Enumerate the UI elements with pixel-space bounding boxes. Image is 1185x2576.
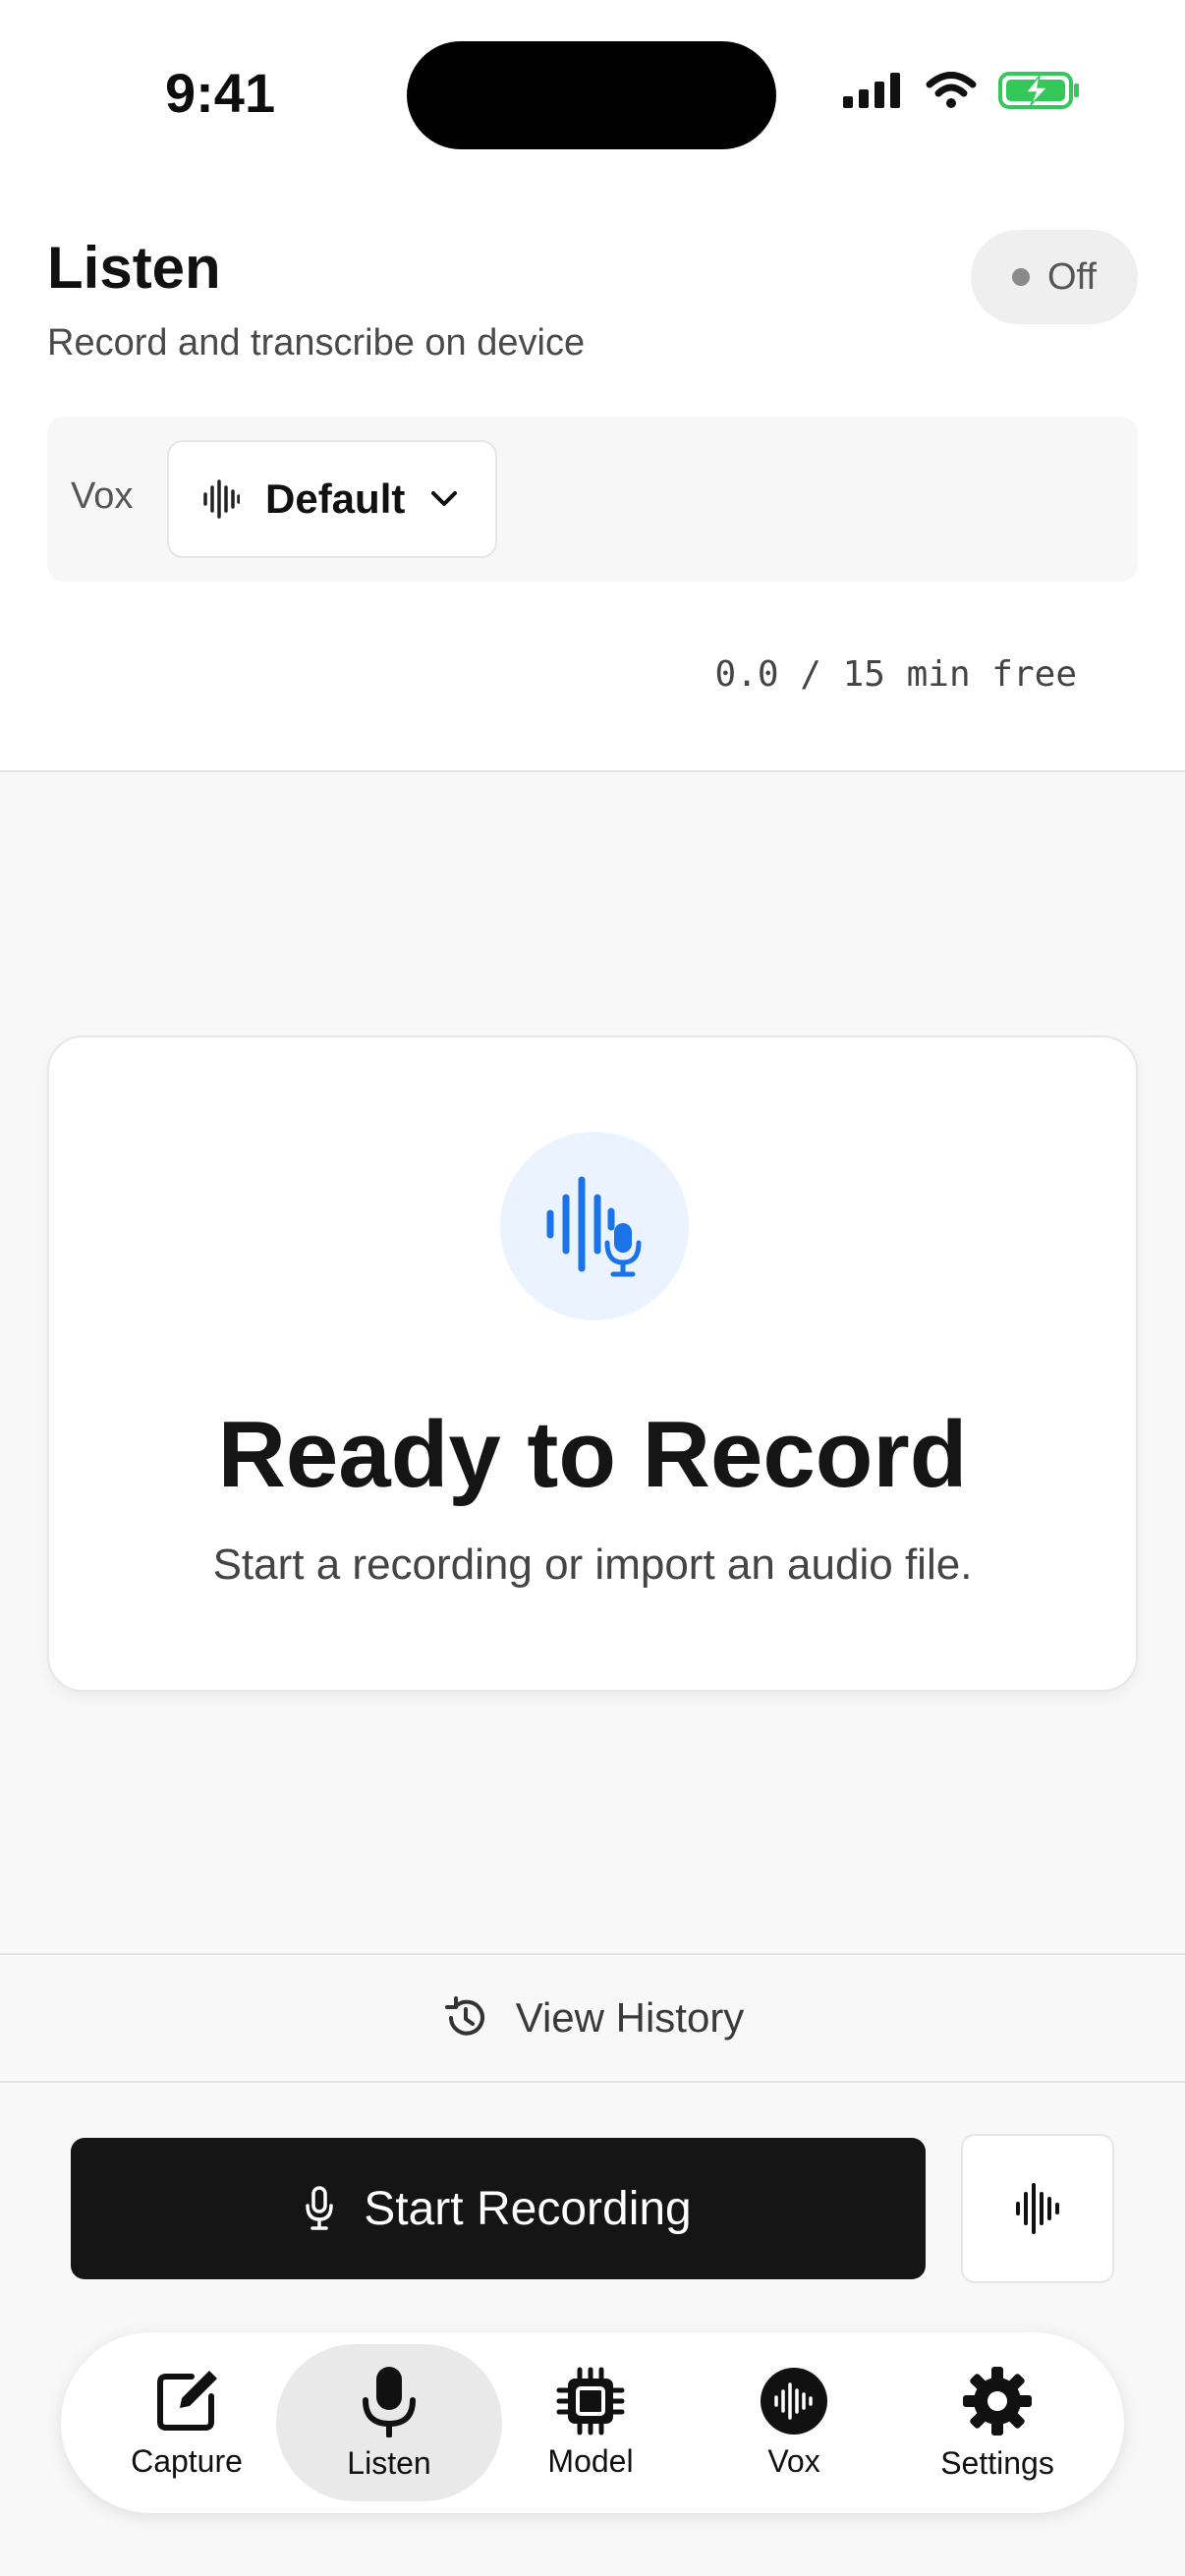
vox-label: Vox [71,476,134,517]
usage-quota: 0.0 / 15 min free [714,654,1077,695]
listening-status-toggle[interactable]: Off [971,230,1138,324]
waveform-icon [203,479,240,519]
tab-label-model: Model [547,2442,634,2479]
mic-icon [306,2186,333,2230]
page-subtitle: Record and transcribe on device [47,322,586,364]
listen-header: Listen Record and transcribe on device O… [0,187,1185,772]
ready-card: Ready to Record Start a recording or imp… [47,1036,1138,1692]
status-label: Off [1047,255,1097,298]
waveform-circle-icon [761,2367,827,2435]
vox-waveform-button[interactable] [961,2134,1114,2283]
chip-icon [556,2367,625,2435]
tab-settings[interactable]: Settings [899,2344,1096,2501]
status-bar: 9:41 [0,0,1185,187]
signal-icon [843,73,900,108]
page-title: Listen [47,235,221,301]
compose-icon [157,2370,217,2431]
waveform-mic-icon [546,1176,642,1277]
ready-icon-badge [500,1132,689,1320]
vox-panel: Vox Default [47,417,1138,582]
history-icon [444,1996,484,2036]
chevron-down-icon [431,491,458,506]
tab-model[interactable]: Model [492,2344,689,2501]
vox-selected-value: Default [265,476,406,522]
vox-dropdown[interactable]: Default [167,440,497,558]
status-icons [843,71,1081,110]
tab-label-settings: Settings [940,2444,1054,2481]
mic-icon [363,2366,416,2437]
battery-charging-icon [998,72,1079,109]
ready-subtitle: Start a recording or import an audio fil… [212,1540,973,1589]
tab-vox[interactable]: Vox [696,2344,892,2501]
gear-icon [963,2366,1032,2436]
wifi-icon [926,72,977,108]
status-time: 9:41 [165,62,276,124]
tab-label-vox: Vox [767,2442,820,2479]
view-history-label: View History [515,1994,745,2041]
start-recording-label: Start Recording [364,2182,692,2235]
view-history-button[interactable]: View History [0,1953,1185,2083]
tab-label-capture: Capture [131,2442,243,2479]
tab-capture[interactable]: Capture [88,2344,285,2501]
tab-listen[interactable]: Listen [276,2344,502,2501]
start-recording-button[interactable]: Start Recording [71,2138,926,2279]
ready-title: Ready to Record [217,1402,968,1507]
waveform-icon [1016,2183,1059,2234]
dynamic-island [407,41,776,149]
status-dot [1012,268,1030,286]
tab-label-listen: Listen [347,2444,431,2481]
tab-bar: Capture Listen Model Vox Settings [61,2332,1124,2513]
